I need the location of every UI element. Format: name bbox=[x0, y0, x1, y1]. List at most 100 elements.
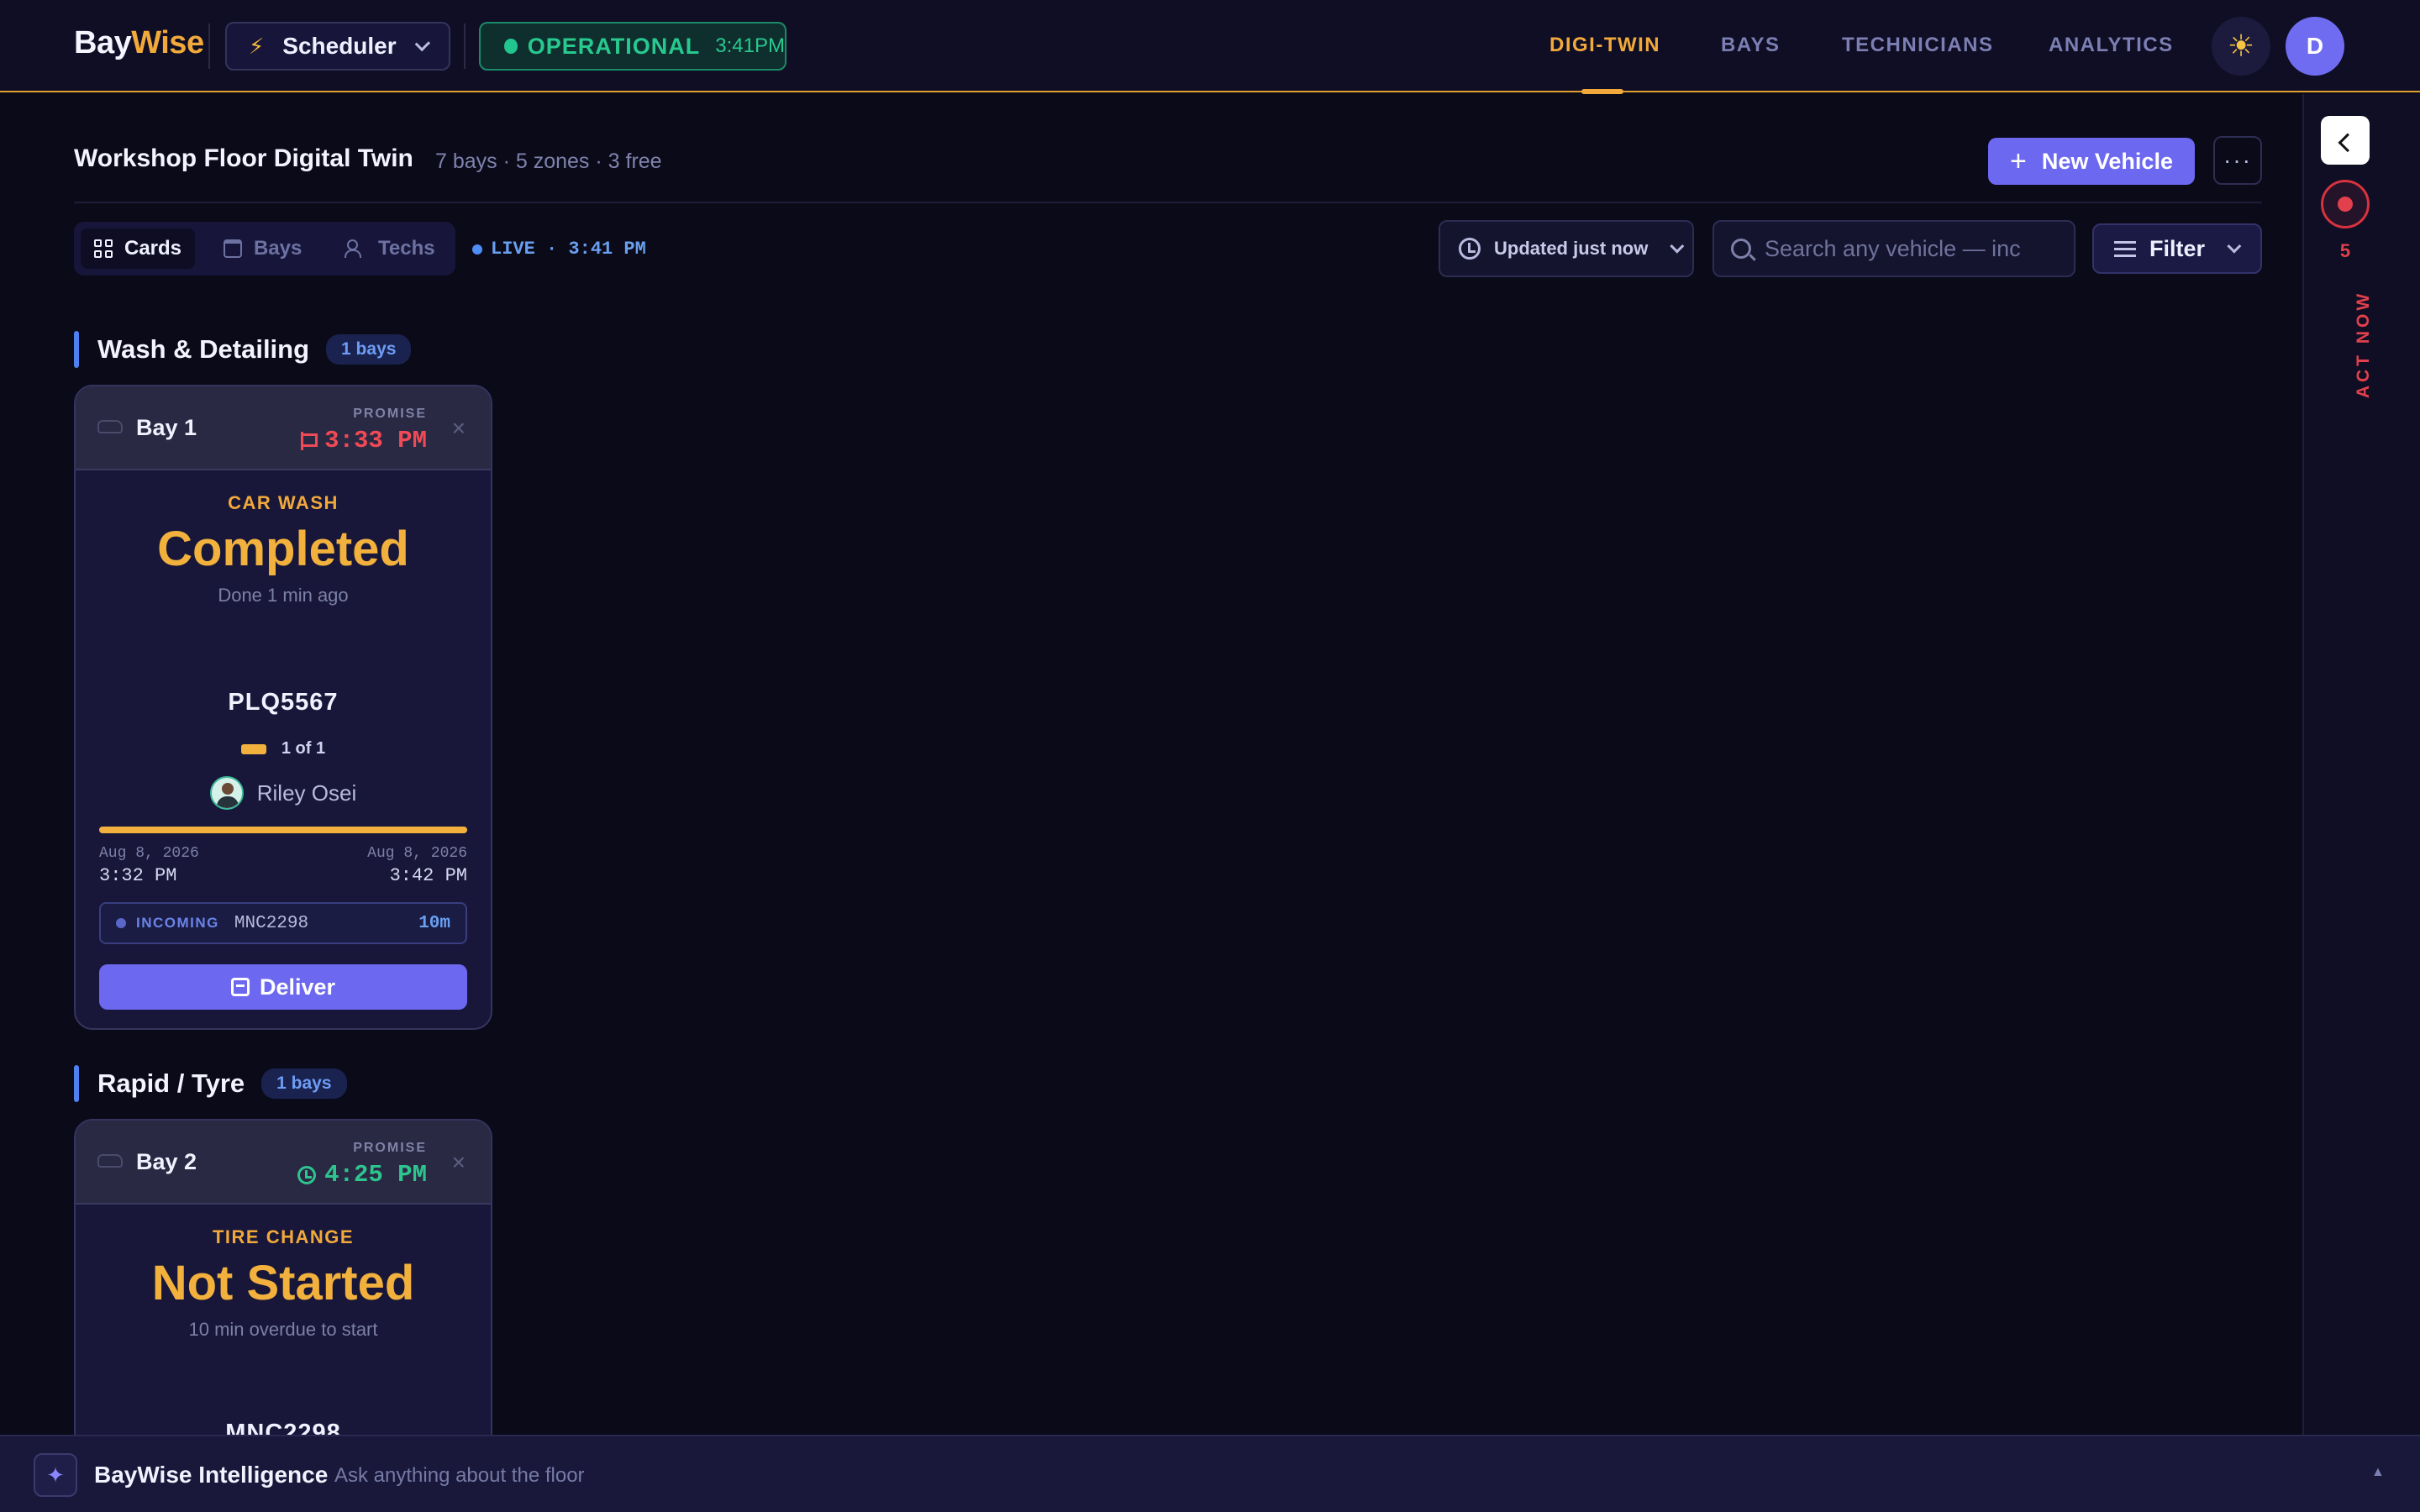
live-indicator: LIVE · 3:41 PM bbox=[472, 239, 646, 260]
start-time: Aug 8, 2026 3:32 PM bbox=[99, 845, 199, 886]
service-type: TIRE CHANGE bbox=[212, 1226, 355, 1247]
expand-caret-icon[interactable]: ▲ bbox=[2371, 1465, 2385, 1480]
chevron-down-icon bbox=[2227, 239, 2242, 254]
close-icon[interactable]: × bbox=[452, 415, 466, 442]
assistant-bar[interactable]: ✦ BayWise Intelligence Ask anything abou… bbox=[0, 1435, 2420, 1512]
grid-icon bbox=[94, 239, 113, 258]
nav-technicians[interactable]: TECHNICIANS bbox=[1842, 34, 1994, 57]
promise-time: 4:25 PM bbox=[297, 1161, 427, 1189]
filter-button[interactable]: Filter bbox=[2092, 223, 2262, 274]
tab-cards[interactable]: Cards bbox=[81, 228, 196, 269]
chevron-down-icon bbox=[414, 35, 430, 52]
promise-label: PROMISE bbox=[353, 407, 427, 421]
theme-toggle-sun-icon[interactable]: ☀ bbox=[2212, 17, 2270, 76]
search-box[interactable] bbox=[1712, 220, 2075, 277]
system-status-badge: OPERATIONAL 3:41PM bbox=[479, 22, 786, 71]
filter-label: Filter bbox=[2149, 235, 2206, 261]
tab-label: Cards bbox=[124, 237, 182, 260]
new-vehicle-button[interactable]: + New Vehicle bbox=[1988, 138, 2195, 185]
incoming-label: INCOMING bbox=[136, 915, 219, 931]
workspace-label: Scheduler bbox=[282, 33, 397, 59]
clock-icon bbox=[297, 1165, 317, 1184]
sliders-icon bbox=[2114, 239, 2136, 258]
updated-dropdown[interactable]: Updated just now bbox=[1439, 220, 1694, 277]
zone-bay-count: 1 bays bbox=[261, 1068, 347, 1099]
status-time: 3:41PM bbox=[715, 34, 785, 57]
act-now-count: 5 bbox=[2339, 240, 2351, 261]
updated-label: Updated just now bbox=[1494, 238, 1649, 259]
car-icon bbox=[97, 1154, 123, 1168]
status-detail: Done 1 min ago bbox=[218, 585, 349, 606]
chevron-left-icon bbox=[2338, 133, 2358, 153]
live-label: LIVE · 3:41 PM bbox=[491, 239, 646, 260]
incoming-eta: 10m bbox=[418, 913, 450, 933]
status-detail: 10 min overdue to start bbox=[188, 1319, 378, 1340]
job-count: 1 of 1 bbox=[76, 739, 491, 759]
brand-logo[interactable]: BayWise bbox=[74, 25, 204, 61]
job-count-label: 1 of 1 bbox=[281, 739, 326, 758]
start-date: Aug 8, 2026 bbox=[99, 845, 199, 862]
zone-name: Wash & Detailing bbox=[97, 334, 310, 364]
page-subtitle: 7 bays · 5 zones · 3 free bbox=[435, 150, 662, 173]
job-progress-fill bbox=[99, 827, 467, 833]
job-progress-bar bbox=[99, 827, 467, 833]
job-count-pill bbox=[240, 743, 266, 754]
incoming-dot bbox=[116, 918, 126, 928]
promise-time-value: 3:33 PM bbox=[324, 427, 427, 454]
promise-label: PROMISE bbox=[353, 1141, 427, 1155]
tab-techs[interactable]: Techs bbox=[331, 228, 449, 269]
header-divider bbox=[74, 202, 2262, 203]
tab-label: Bays bbox=[254, 237, 302, 260]
assistant-title: BayWise Intelligence bbox=[94, 1462, 329, 1488]
zone-name: Rapid / Tyre bbox=[97, 1068, 245, 1098]
collapse-rail-button[interactable] bbox=[2321, 116, 2370, 165]
deliver-label: Deliver bbox=[259, 974, 336, 1000]
search-icon bbox=[1731, 239, 1751, 259]
bay-card[interactable]: Bay 1 PROMISE 3:33 PM × CAR WASH Complet… bbox=[74, 385, 492, 1030]
incoming-plate: MNC2298 bbox=[234, 913, 309, 933]
vehicle-plate[interactable]: PLQ5567 bbox=[76, 689, 491, 717]
service-type: CAR WASH bbox=[228, 492, 339, 513]
brand-part1: Bay bbox=[74, 25, 132, 60]
user-avatar[interactable]: D bbox=[2286, 17, 2344, 76]
promise-time-value: 4:25 PM bbox=[324, 1161, 427, 1189]
end-time: Aug 8, 2026 3:42 PM bbox=[367, 845, 467, 886]
more-options-button[interactable]: ··· bbox=[2213, 136, 2262, 185]
car-icon bbox=[97, 420, 123, 433]
target-icon[interactable] bbox=[2321, 180, 2370, 228]
incoming-vehicle[interactable]: INCOMING MNC2298 10m bbox=[99, 902, 467, 944]
live-dot bbox=[472, 244, 482, 255]
technician-name: Riley Osei bbox=[256, 780, 357, 806]
nav-bays[interactable]: BAYS bbox=[1721, 34, 1780, 57]
divider bbox=[208, 24, 210, 69]
zone-header: Rapid / Tyre 1 bays bbox=[74, 1065, 347, 1102]
deliver-button[interactable]: Deliver bbox=[99, 964, 467, 1010]
nav-digi-twin[interactable]: DIGI-TWIN bbox=[1549, 34, 1660, 57]
top-bar: BayWise ⚡ Scheduler OPERATIONAL 3:41PM D… bbox=[0, 0, 2420, 94]
target-dot bbox=[2338, 197, 2353, 212]
status-label: OPERATIONAL bbox=[527, 33, 701, 59]
sparkle-icon: ✦ bbox=[34, 1453, 77, 1497]
close-icon[interactable]: × bbox=[452, 1149, 466, 1176]
search-input[interactable] bbox=[1765, 235, 2042, 262]
nav-analytics[interactable]: ANALYTICS bbox=[2049, 34, 2174, 57]
promise-time: 3:33 PM bbox=[301, 427, 427, 454]
divider bbox=[464, 24, 466, 69]
assistant-prompt[interactable]: Ask anything about the floor bbox=[334, 1464, 585, 1488]
act-now-label[interactable]: ACT NOW bbox=[2354, 290, 2374, 399]
new-vehicle-label: New Vehicle bbox=[2041, 148, 2173, 174]
technician-avatar bbox=[209, 776, 244, 810]
start-time-value: 3:32 PM bbox=[99, 865, 177, 886]
flag-icon bbox=[301, 431, 318, 450]
tab-label: Techs bbox=[378, 237, 435, 260]
brand-part2: Wise bbox=[131, 25, 204, 60]
status-dot bbox=[504, 39, 518, 54]
technician[interactable]: Riley Osei bbox=[76, 776, 491, 810]
calendar-icon bbox=[224, 239, 242, 258]
job-status: Not Started bbox=[151, 1256, 415, 1310]
tab-bays[interactable]: Bays bbox=[210, 228, 315, 269]
plus-icon: + bbox=[2010, 144, 2027, 177]
bolt-icon: ⚡ bbox=[249, 33, 265, 59]
workspace-switcher[interactable]: ⚡ Scheduler bbox=[225, 22, 450, 71]
job-status: Completed bbox=[157, 522, 409, 576]
